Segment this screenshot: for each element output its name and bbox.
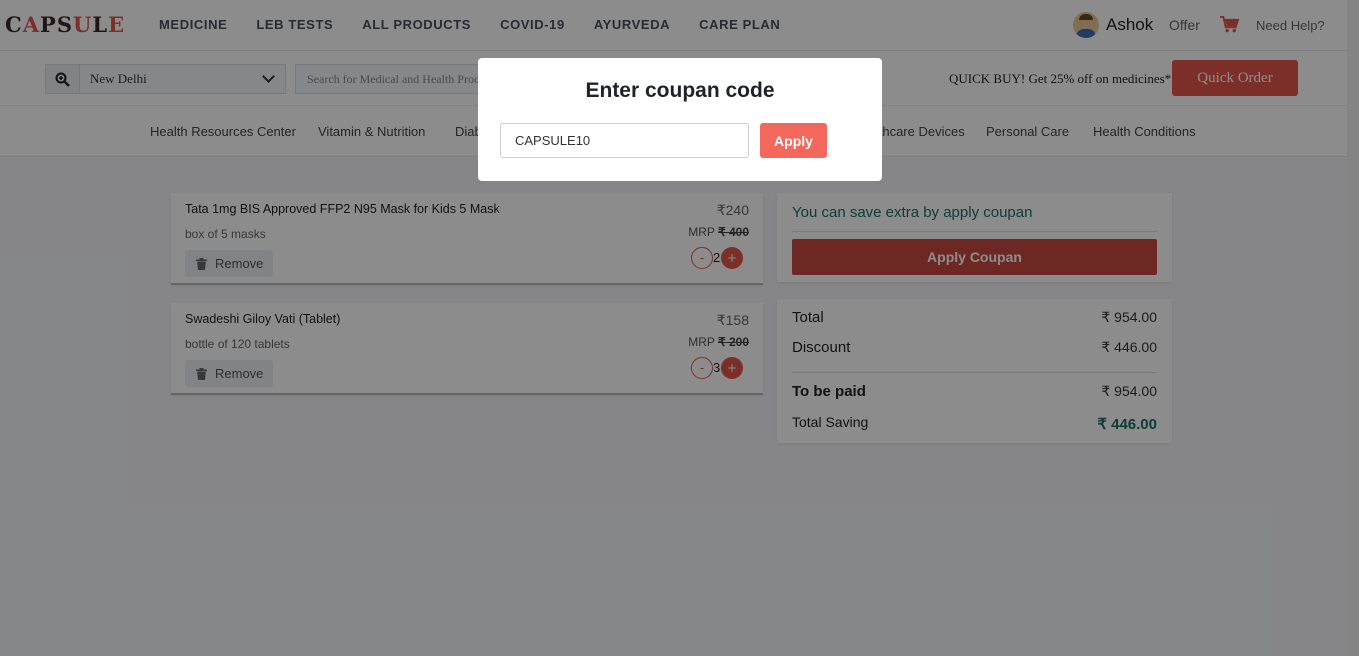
apply-button[interactable]: Apply xyxy=(760,123,827,158)
modal-title: Enter coupan code xyxy=(585,79,775,102)
coupon-code-input[interactable] xyxy=(500,123,749,158)
coupon-modal: Enter coupan code Apply xyxy=(478,58,882,181)
